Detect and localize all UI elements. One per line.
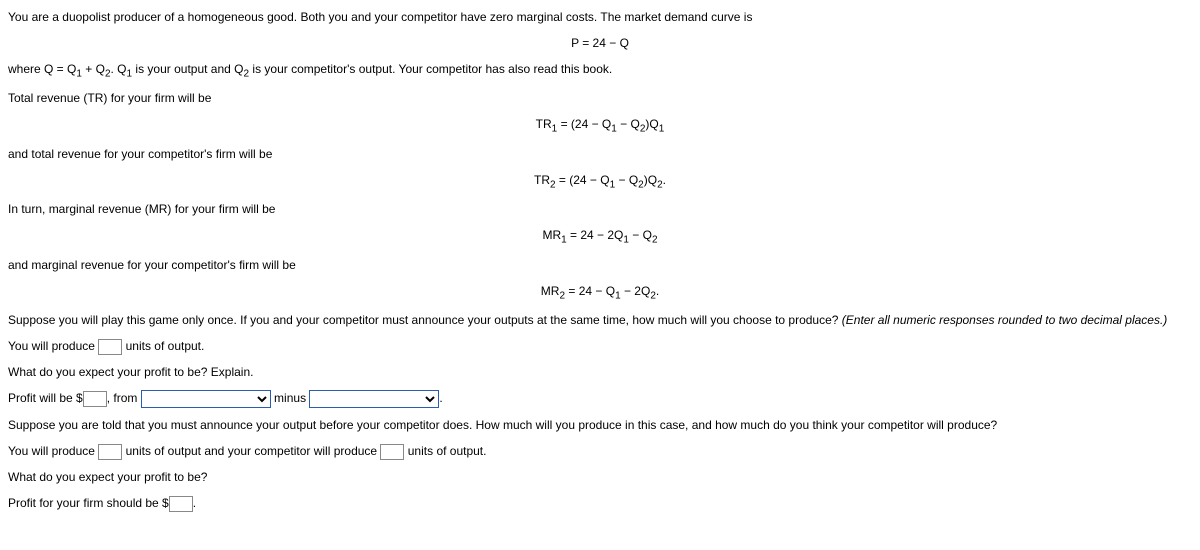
text: . <box>663 173 666 187</box>
text: . <box>193 496 196 510</box>
text: Profit for your firm should be $ <box>8 496 169 510</box>
tr2-intro: and total revenue for your competitor's … <box>8 145 1192 163</box>
text: Suppose you will play this game only onc… <box>8 313 842 327</box>
profit-explain: What do you expect your profit to be? Ex… <box>8 363 1192 381</box>
intro-text: You are a duopolist producer of a homoge… <box>8 8 1192 26</box>
sub: 1 <box>659 124 665 135</box>
profit-line-2: Profit for your firm should be $. <box>8 494 1192 512</box>
output-input-1[interactable] <box>98 339 122 355</box>
instruction-italic: (Enter all numeric responses rounded to … <box>842 313 1168 327</box>
q-definition: where Q = Q1 + Q2. Q1 is your output and… <box>8 60 1192 81</box>
tr-intro: Total revenue (TR) for your firm will be <box>8 89 1192 107</box>
output-input-2b[interactable] <box>380 444 404 460</box>
text: You will produce <box>8 339 98 353</box>
text: MR <box>542 228 561 242</box>
text: − Q <box>617 117 640 131</box>
equation-demand: P = 24 − Q <box>8 34 1192 52</box>
equation-tr1: TR1 = (24 − Q1 − Q2)Q1 <box>8 115 1192 136</box>
profit-expect-2: What do you expect your profit to be? <box>8 468 1192 486</box>
text: + Q <box>82 62 105 76</box>
sub: 2 <box>652 235 658 246</box>
profit-from-dropdown[interactable] <box>141 390 271 408</box>
text: is your output and Q <box>132 62 243 76</box>
text: units of output. <box>404 444 486 458</box>
question-before: Suppose you are told that you must annou… <box>8 416 1192 434</box>
produce-line-1: You will produce units of output. <box>8 337 1192 355</box>
text: . Q <box>111 62 127 76</box>
text: , from <box>107 391 141 405</box>
text: MR <box>541 284 560 298</box>
text: TR <box>536 117 552 131</box>
text: . <box>656 284 659 298</box>
mr2-intro: and marginal revenue for your competitor… <box>8 256 1192 274</box>
text: TR <box>534 173 550 187</box>
text: where Q = Q <box>8 62 76 76</box>
equation-mr2: MR2 = 24 − Q1 − 2Q2. <box>8 282 1192 303</box>
text: units of output. <box>122 339 204 353</box>
equation-mr1: MR1 = 24 − 2Q1 − Q2 <box>8 226 1192 247</box>
profit-minus-dropdown[interactable] <box>309 390 439 408</box>
text: = (24 − Q <box>556 173 610 187</box>
text: )Q <box>644 173 657 187</box>
text: units of output and your competitor will… <box>122 444 380 458</box>
text: You will produce <box>8 444 98 458</box>
profit-input-2[interactable] <box>169 496 193 512</box>
produce-line-2: You will produce units of output and you… <box>8 442 1192 460</box>
text: − Q <box>615 173 638 187</box>
text: . <box>439 391 442 405</box>
text: − 2Q <box>621 284 651 298</box>
text: minus <box>271 391 310 405</box>
profit-input-1[interactable] <box>83 391 107 407</box>
text: Profit will be $ <box>8 391 83 405</box>
text: = 24 − Q <box>565 284 615 298</box>
text: − Q <box>629 228 652 242</box>
mr-intro: In turn, marginal revenue (MR) for your … <box>8 200 1192 218</box>
output-input-2a[interactable] <box>98 444 122 460</box>
text: = (24 − Q <box>557 117 611 131</box>
question-once: Suppose you will play this game only onc… <box>8 311 1192 329</box>
text: is your competitor's output. Your compet… <box>249 62 612 76</box>
text: = 24 − 2Q <box>567 228 624 242</box>
profit-line-1: Profit will be $ , from minus . <box>8 389 1192 408</box>
equation-tr2: TR2 = (24 − Q1 − Q2)Q2. <box>8 171 1192 192</box>
text: )Q <box>645 117 658 131</box>
